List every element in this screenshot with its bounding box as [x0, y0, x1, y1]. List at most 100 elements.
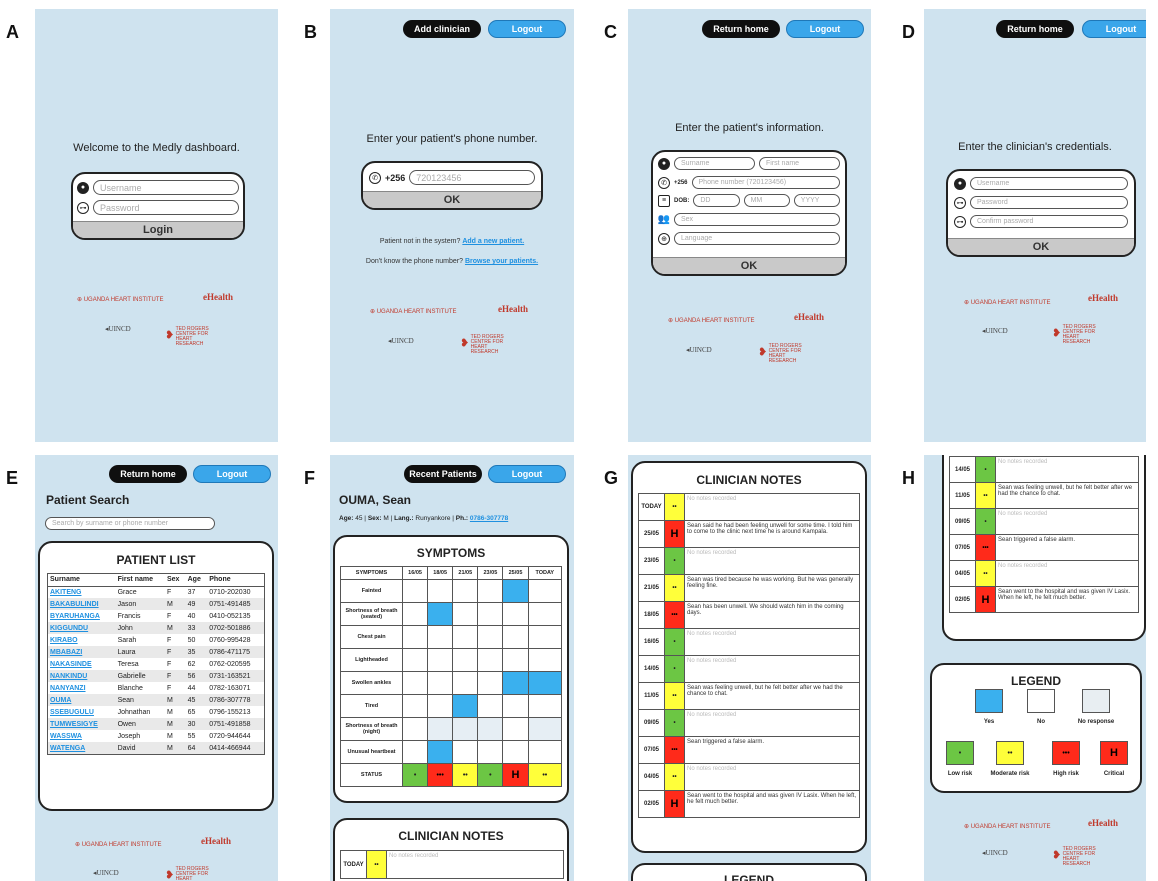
symptom-label: Chest pain — [340, 625, 403, 649]
note-date: 09/05 — [949, 508, 976, 535]
patient-surname-link[interactable]: OUMA — [48, 694, 116, 706]
table-row: WATENGA David M 64 0414-466944 — [48, 742, 264, 754]
patient-surname-link[interactable]: AKITENG — [48, 586, 116, 598]
dob-day-input[interactable]: DD — [693, 194, 740, 207]
table-row: AKITENG Grace F 37 0710-202030 — [48, 586, 264, 598]
dob-year-input[interactable]: YYYY — [793, 194, 840, 207]
note-row: 09/05 • No notes recorded — [949, 508, 1139, 535]
patient-surname-link[interactable]: KIRABO — [48, 634, 116, 646]
patient-surname-link[interactable]: NANKINDU — [48, 670, 116, 682]
logout-button[interactable]: Logout — [488, 20, 566, 38]
return-home-button[interactable]: Return home — [109, 465, 187, 483]
risk-moderate-badge: •• — [452, 763, 479, 787]
add-patient-link[interactable]: Add a new patient. — [462, 238, 524, 245]
patient-surname-link[interactable]: NANYANZI — [48, 682, 116, 694]
patient-surname-link[interactable]: KIGGUNDU — [48, 622, 116, 634]
patient-table: Surname First name Sex Age Phone AKITENG Grac… — [48, 574, 264, 754]
surname-input[interactable]: Surname — [674, 157, 755, 170]
table-cell: 55 — [187, 732, 196, 740]
table-cell: 0786-471175 — [207, 646, 264, 658]
table-cell: 62 — [187, 660, 196, 668]
ok-button[interactable]: OK — [948, 238, 1134, 255]
note-row: TODAY •• No notes recorded — [638, 493, 860, 521]
search-input[interactable]: Search by surname or phone number — [45, 517, 215, 530]
phone-heading: Enter your patient's phone number. — [366, 133, 538, 145]
panel-label-h: H — [902, 468, 915, 488]
symptom-row: Chest pain — [340, 625, 563, 649]
patient-surname-link[interactable]: WATENGA — [48, 742, 116, 754]
phone-input[interactable]: Phone number (720123456) — [691, 176, 840, 189]
note-date: 11/05 — [949, 482, 976, 509]
table-cell: 30 — [185, 718, 208, 730]
password-input[interactable]: Password — [93, 200, 239, 215]
table-row: OUMA Sean M 45 0786-307778 — [48, 694, 264, 706]
patient-surname-link[interactable]: SSEBUGULU — [48, 706, 116, 718]
sex-select[interactable]: Sex — [674, 213, 840, 226]
table-cell: 0751-491485 — [207, 598, 264, 610]
id-card-icon: ≡ — [658, 194, 670, 207]
table-cell: Grace — [117, 588, 137, 596]
symptom-no-cell — [502, 602, 529, 626]
patient-surname-link[interactable]: TUMWESIGYE — [48, 718, 116, 730]
note-text: Sean has been unwell. We should watch hi… — [684, 601, 860, 629]
ted-rogers-logo: ❥ TED ROGERS CENTRE FOR HEART RESEARCH — [1052, 324, 1096, 345]
ok-button[interactable]: OK — [363, 191, 541, 208]
symptom-no-cell — [401, 671, 429, 695]
risk-critical-badge: H — [975, 586, 996, 613]
confirm-password-input[interactable]: Confirm password — [970, 215, 1128, 228]
symptom-no-cell — [427, 648, 454, 672]
patient-surname-link[interactable]: BYARUHANGA — [48, 610, 116, 622]
patient-surname-link[interactable]: WASSWA — [48, 730, 116, 742]
symptom-no-cell — [401, 625, 429, 649]
username-input[interactable]: Username — [93, 180, 239, 195]
date-column-header: 16/05 — [401, 566, 429, 580]
logout-button[interactable]: Logout — [193, 465, 271, 483]
logout-button[interactable]: Logout — [488, 465, 566, 483]
column-header[interactable]: First name — [115, 574, 165, 587]
symptom-no-cell — [502, 694, 529, 718]
clinician-password-input[interactable]: Password — [970, 196, 1128, 209]
clinician-username-input[interactable]: Username — [970, 177, 1128, 190]
note-row: 02/05 H Sean went to the hospital and was … — [949, 586, 1139, 613]
patient-surname-link[interactable]: MBABAZI — [48, 646, 116, 658]
table-cell: Blanche — [117, 684, 143, 692]
panel-label-f: F — [304, 468, 315, 488]
add-clinician-button[interactable]: Add clinician — [403, 20, 481, 38]
date-column-header: TODAY — [527, 566, 563, 580]
globe-icon: ⊕ — [658, 232, 670, 245]
column-header[interactable]: Surname — [48, 574, 116, 587]
ehealth-logo: eHealth — [498, 304, 528, 314]
return-home-button[interactable]: Return home — [996, 20, 1074, 38]
dob-month-input[interactable]: MM — [743, 194, 790, 207]
risk-moderate-badge: •• — [366, 850, 387, 879]
patient-surname-link[interactable]: NAKASINDE — [48, 658, 116, 670]
login-button[interactable]: Login — [73, 221, 243, 238]
logout-button[interactable]: Logout — [786, 20, 864, 38]
risk-high-badge: ••• — [664, 736, 685, 764]
table-cell: F — [164, 646, 186, 658]
table-cell: 0751-491858 — [207, 718, 264, 730]
legend-moderate-risk-swatch: •• — [996, 741, 1024, 765]
screen-login: Welcome to the Medly dashboard. ● Userna… — [35, 9, 278, 442]
table-cell: 50 — [187, 636, 196, 644]
browse-patients-link[interactable]: Browse your patients. — [465, 258, 538, 265]
ok-button[interactable]: OK — [653, 257, 845, 274]
table-row: TUMWESIGYE Owen M 30 0751-491858 — [48, 718, 264, 730]
note-row: 18/05 ••• Sean has been unwell. We should … — [638, 601, 860, 629]
table-cell: Johnathan — [117, 708, 151, 716]
patient-phone-link[interactable]: 0786-307778 — [470, 515, 508, 522]
language-select[interactable]: Language — [674, 232, 840, 245]
notes-table: TODAY •• No notes recorded 25/05 H Sean said … — [638, 493, 860, 818]
phone-input[interactable]: 720123456 — [409, 170, 535, 185]
first-name-input[interactable]: First name — [759, 157, 840, 170]
phone-card: ✆ +256 720123456 OK — [361, 161, 543, 210]
patient-surname-link[interactable]: BAKABULINDI — [48, 598, 116, 610]
table-cell: F — [166, 684, 172, 692]
note-row: 23/05 • No notes recorded — [638, 547, 860, 575]
return-home-button[interactable]: Return home — [702, 20, 780, 38]
recent-patients-button[interactable]: Recent Patients — [404, 465, 482, 483]
logout-button[interactable]: Logout — [1082, 20, 1146, 38]
symptom-row: Shortness of breath (night) — [340, 717, 563, 741]
key-icon: ⊶ — [954, 196, 966, 209]
table-cell: 56 — [185, 670, 208, 682]
